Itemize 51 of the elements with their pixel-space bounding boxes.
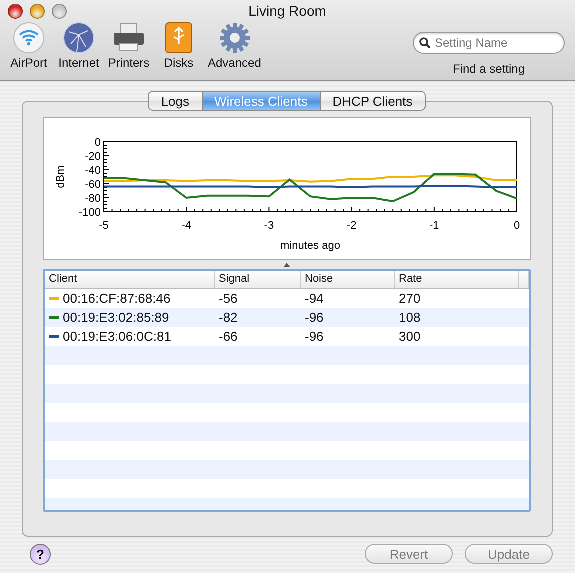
axis-title: dBm [55,166,67,188]
splitter-handle[interactable] [284,262,290,266]
tick-label: -5 [99,220,109,232]
tab[interactable]: Logs [148,91,203,111]
tick-label: -3 [264,220,274,232]
help-button[interactable]: ? [30,544,51,564]
tick-label: -60 [85,179,101,191]
tick-label: 0 [94,137,101,149]
minimize-button[interactable] [30,4,45,19]
gear-icon [218,22,251,54]
column-header[interactable]: Signal [215,271,301,288]
tick-label: -1 [430,220,440,232]
table-cell-text: -96 [304,329,325,344]
tick-label: -80 [85,193,101,205]
table-cell: 00:19:E3:06:0C:81 [63,329,172,344]
table-cell-text: -82 [218,310,239,325]
toolbar-button[interactable]: AirPort [6,22,52,70]
table-cell-text: 300 [398,329,422,344]
table-cell-text: -56 [218,291,239,306]
table-cell: 00:16:CF:87:68:46 [63,291,171,306]
window-title: Living Room [248,3,326,19]
toolbar-button[interactable]: Printers [106,22,152,70]
tab[interactable]: DHCP Clients [320,91,426,111]
column-header[interactable]: Noise [301,271,395,288]
column-header[interactable]: Client [45,271,215,288]
tick-label: -40 [85,165,101,177]
tick-label: -2 [346,220,357,232]
tick-label: 0 [514,220,520,232]
table-cell-text: 270 [398,291,422,306]
wifi-icon [13,22,45,54]
close-button[interactable] [8,4,23,19]
zoom-button[interactable] [52,4,67,19]
globe-icon [63,22,95,54]
toolbar-button[interactable]: Advanced [206,22,264,70]
tick-label: -20 [85,151,101,163]
table-cell-text: -94 [304,291,325,306]
toolbar-button[interactable]: Disks [156,22,202,70]
table-cell-text: -96 [304,310,325,325]
search-caption: Find a setting [452,62,526,76]
printer-icon [112,22,146,54]
tick-label: -100 [78,207,101,219]
table-cell-text: -66 [218,329,239,344]
column-header[interactable]: Rate [395,271,519,288]
table-cell: 00:19:E3:02:85:89 [63,310,170,325]
search-icon [419,37,431,49]
y-axis-ticks [104,142,110,212]
table-cell-text: 108 [398,310,422,325]
search-field[interactable]: Setting Name [413,32,565,54]
axis-title: minutes ago [280,240,340,252]
toolbar-button[interactable]: Internet [56,22,102,70]
tick-label: -4 [182,220,192,232]
